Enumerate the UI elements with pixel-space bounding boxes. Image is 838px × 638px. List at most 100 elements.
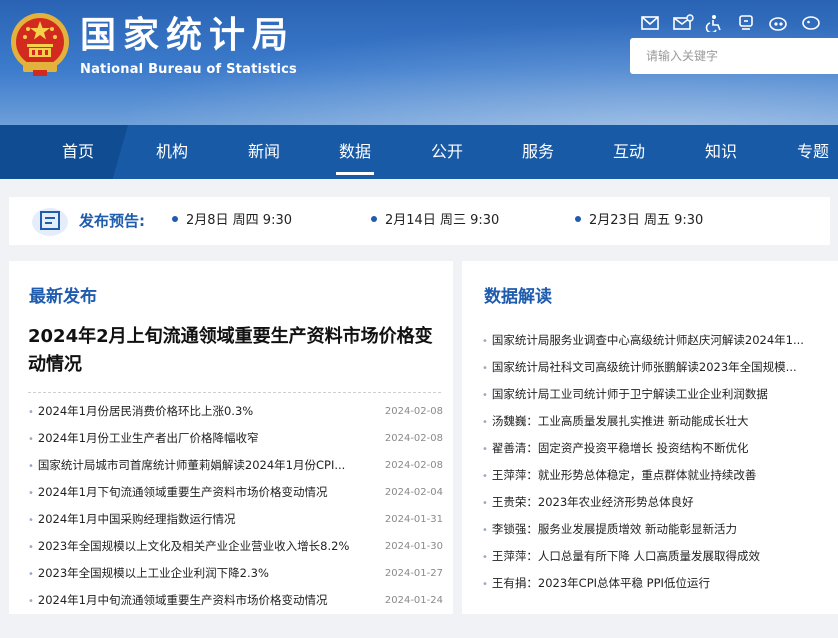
nav-item-home[interactable]: 首页 (38, 125, 118, 179)
news-date: 2024-01-30 (384, 541, 443, 552)
news-date: 2024-01-31 (384, 514, 443, 525)
bullet-dot: • (482, 579, 488, 590)
interpretation-title: 李锁强：服务业发展提质增效 新动能彰显新活力 (491, 522, 738, 536)
search-box (630, 38, 838, 74)
bullet-dot: • (482, 336, 488, 347)
bullet-dot: • (482, 525, 488, 536)
interpretation-title: 国家统计局服务业调查中心高级统计师赵庆河解读2024年1... (491, 333, 804, 347)
nav-item-news[interactable]: 新闻 (224, 125, 304, 179)
interpretation-row[interactable]: • 王萍萍：人口总量有所下降 人口高质量发展取得成效 (482, 543, 822, 570)
nav-item-topics[interactable]: 专题 (772, 125, 838, 179)
nav-item-label: 知识 (704, 142, 737, 161)
nav-item-label: 首页 (61, 142, 94, 161)
bullet-dot (172, 216, 178, 222)
interpretation-row[interactable]: • 李锁强：服务业发展提质增效 新动能彰显新活力 (482, 516, 822, 543)
interpretation-title: 王萍萍：就业形势总体稳定，重点群体就业持续改善 (491, 468, 757, 482)
news-row[interactable]: • 国家统计局城市司首席统计师董莉娟解读2024年1月份CPI... 2024-02… (28, 452, 443, 479)
elder-mode-icon[interactable] (736, 14, 758, 32)
bullet-dot: • (482, 498, 488, 509)
divider (28, 392, 441, 393)
interpretation-row[interactable]: • 国家统计局社科文司高级统计师张鹏解读2023年全国规模... (482, 354, 822, 381)
nav-item-label: 新闻 (247, 142, 280, 161)
bullet-dot (575, 216, 581, 222)
nav-item-label: 互动 (612, 142, 645, 161)
release-preview-text: 2月14日 周三 9:30 (385, 213, 500, 228)
mail-icon[interactable] (640, 14, 662, 32)
news-row[interactable]: • 2024年1月份居民消费价格环比上涨0.3% 2024-02-08 (28, 398, 443, 425)
release-preview-item[interactable]: 2月8日 周四 9:30 (172, 197, 292, 245)
latest-releases-panel: 最新发布 2024年2月上旬流通领域重要生产资料市场价格变动情况 • 2024年1… (9, 261, 453, 614)
nav-item-data[interactable]: 数据 (315, 125, 395, 179)
news-date: 2024-01-27 (384, 568, 443, 579)
interpretation-row[interactable]: • 翟善清：固定资产投资平稳增长 投资结构不断优化 (482, 435, 822, 462)
bullet-dot: • (482, 417, 488, 428)
weibo-icon[interactable] (768, 14, 790, 32)
news-row[interactable]: • 2024年1月中旬流通领域重要生产资料市场价格变动情况 2024-01-24 (28, 587, 443, 614)
interpretation-title: 王萍萍：人口总量有所下降 人口高质量发展取得成效 (491, 549, 761, 563)
nav-active-indicator (336, 172, 374, 175)
release-preview-text: 2月8日 周四 9:30 (186, 213, 292, 228)
release-preview-label: 发布预告: (79, 212, 145, 230)
bullet-dot: • (482, 471, 488, 482)
wechat-icon[interactable] (800, 14, 822, 32)
interpretation-title: 国家统计局社科文司高级统计师张鹏解读2023年全国规模... (491, 360, 797, 374)
mailbox-icon[interactable] (672, 14, 694, 32)
interpretation-row[interactable]: • 国家统计局工业司统计师于卫宁解读工业企业利润数据 (482, 381, 822, 408)
news-title: 2024年1月中旬流通领域重要生产资料市场价格变动情况 (37, 593, 328, 607)
search-input[interactable] (630, 38, 838, 74)
interpretation-row[interactable]: • 王贵荣：2023年农业经济形势总体良好 (482, 489, 822, 516)
interpretation-title: 王有捐：2023年CPI总体平稳 PPI低位运行 (491, 576, 710, 590)
nav-item-disclosure[interactable]: 公开 (407, 125, 487, 179)
news-date: 2024-02-08 (384, 406, 443, 417)
interpretation-row[interactable]: • 国家统计局服务业调查中心高级统计师赵庆河解读2024年1... (482, 327, 822, 354)
nav-item-label: 机构 (155, 142, 188, 161)
bullet-dot: • (482, 444, 488, 455)
news-row[interactable]: • 2024年1月下旬流通领域重要生产资料市场价格变动情况 2024-02-04 (28, 479, 443, 506)
main-nav: 首页 机构 新闻 数据 公开 服务 互动 知识 专题 (0, 125, 838, 179)
release-preview-bar: 发布预告: 2月8日 周四 9:30 2月14日 周三 9:30 2月23日 周… (9, 197, 830, 245)
bullet-dot: • (28, 407, 34, 418)
header-toolbar (640, 14, 822, 32)
interpretation-title: 翟善清：固定资产投资平稳增长 投资结构不断优化 (491, 441, 749, 455)
nav-item-organization[interactable]: 机构 (132, 125, 212, 179)
news-date: 2024-02-04 (384, 487, 443, 498)
news-title: 2024年1月份居民消费价格环比上涨0.3% (37, 404, 254, 418)
interpretation-row[interactable]: • 汤魏巍：工业高质量发展扎实推进 新动能成长壮大 (482, 408, 822, 435)
site-banner: 国家统计局 National Bureau of Statistics (0, 0, 838, 125)
latest-releases-title[interactable]: 最新发布 (29, 286, 97, 308)
bullet-dot (371, 216, 377, 222)
bullet-dot: • (28, 461, 34, 472)
news-date: 2024-02-08 (384, 433, 443, 444)
bullet-dot: • (482, 390, 488, 401)
site-title-cn[interactable]: 国家统计局 (80, 14, 295, 58)
release-preview-item[interactable]: 2月14日 周三 9:30 (371, 197, 499, 245)
nav-item-services[interactable]: 服务 (498, 125, 578, 179)
site-title-en[interactable]: National Bureau of Statistics (80, 62, 297, 78)
news-date: 2024-01-24 (384, 595, 443, 606)
interpretation-row[interactable]: • 王有捐：2023年CPI总体平稳 PPI低位运行 (482, 570, 822, 597)
news-row[interactable]: • 2023年全国规模以上工业企业利润下降2.3% 2024-01-27 (28, 560, 443, 587)
news-title: 2024年1月份工业生产者出厂价格降幅收窄 (37, 431, 259, 445)
bullet-dot: • (28, 596, 34, 607)
bullet-dot: • (28, 488, 34, 499)
bullet-dot: • (482, 363, 488, 374)
nav-item-label: 服务 (521, 142, 554, 161)
news-title: 2023年全国规模以上文化及相关产业企业营业收入增长8.2% (37, 539, 350, 553)
news-row[interactable]: • 2024年1月份工业生产者出厂价格降幅收窄 2024-02-08 (28, 425, 443, 452)
news-row[interactable]: • 2024年1月中国采购经理指数运行情况 2024-01-31 (28, 506, 443, 533)
nav-item-label: 数据 (338, 142, 371, 161)
national-emblem-icon[interactable] (9, 12, 71, 78)
news-title: 国家统计局城市司首席统计师董莉娟解读2024年1月份CPI... (37, 458, 346, 472)
bullet-dot: • (28, 542, 34, 553)
nav-item-interaction[interactable]: 互动 (589, 125, 669, 179)
data-interpretation-title[interactable]: 数据解读 (484, 286, 552, 308)
release-preview-item[interactable]: 2月23日 周五 9:30 (575, 197, 703, 245)
news-row[interactable]: • 2023年全国规模以上文化及相关产业企业营业收入增长8.2% 2024-01-3… (28, 533, 443, 560)
accessibility-icon[interactable] (704, 14, 726, 32)
headline-link[interactable]: 2024年2月上旬流通领域重要生产资料市场价格变动情况 (28, 323, 438, 379)
news-title: 2024年1月中国采购经理指数运行情况 (37, 512, 236, 526)
bullet-dot: • (28, 434, 34, 445)
interpretation-row[interactable]: • 王萍萍：就业形势总体稳定，重点群体就业持续改善 (482, 462, 822, 489)
nav-item-knowledge[interactable]: 知识 (681, 125, 761, 179)
news-date: 2024-02-08 (384, 460, 443, 471)
